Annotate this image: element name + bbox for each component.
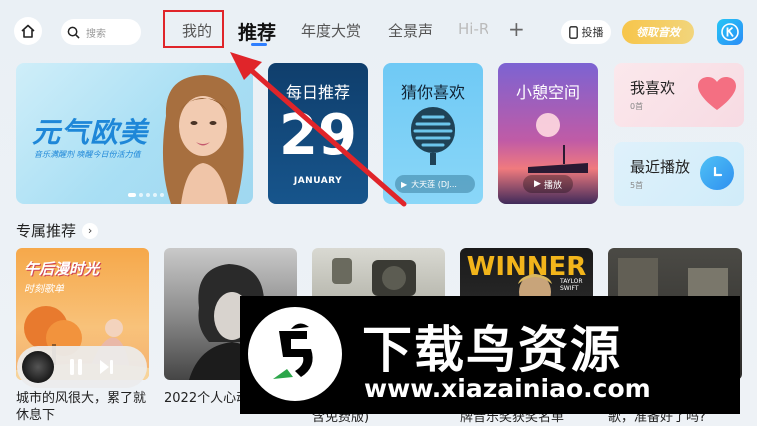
daily-date-month: JANUARY [293, 176, 343, 186]
add-tab-icon[interactable]: + [508, 17, 525, 41]
mini-player[interactable] [17, 346, 147, 388]
guess-play-chip[interactable]: ▶ 大天莲 (DJ... [395, 175, 475, 193]
highlight-box [163, 10, 224, 48]
section-title: 专属推荐 [16, 222, 77, 240]
cover-subtitle: 时刻歌单 [24, 284, 64, 295]
tab-recommend[interactable]: 推荐 [238, 18, 276, 45]
k-icon [721, 23, 739, 41]
rest-space-title: 小憩空间 [515, 83, 580, 102]
playlist-caption[interactable]: 城市的风很大，累了就休息下 [16, 390, 149, 426]
daily-date-number: 29 [279, 103, 357, 168]
guess-you-like-title: 猜你喜欢 [400, 83, 465, 102]
chevron-right-icon[interactable]: › [82, 222, 99, 239]
cast-label: 投播 [581, 26, 604, 39]
promo-banner[interactable]: 元气欧美 音乐满醒剂 唤醒今日份活力值 [16, 63, 253, 204]
daily-recommend-card[interactable]: 每日推荐 29 JANUARY [268, 63, 368, 204]
next-track-icon[interactable] [98, 359, 114, 375]
home-icon [21, 24, 35, 38]
watermark-title: 下载鸟资源 [362, 321, 622, 379]
cover-title: 午后漫时光 [24, 260, 100, 278]
heart-icon [698, 77, 736, 110]
play-icon: ▶ [534, 179, 541, 189]
phone-icon [568, 25, 578, 39]
pause-icon[interactable] [68, 358, 84, 376]
my-favorites-card[interactable]: 我喜欢 0首 [614, 63, 744, 127]
carousel-dots [128, 193, 164, 197]
my-favorites-count: 0首 [630, 102, 644, 111]
recently-played-card[interactable]: 最近播放 5首 [614, 142, 744, 206]
rest-chip-label: 播放 [543, 180, 562, 191]
bird-logo [248, 307, 342, 401]
rest-space-card[interactable]: 小憩空间 ▶ 播放 [498, 63, 598, 204]
recently-played-count: 5首 [630, 181, 644, 190]
recently-played-title: 最近播放 [630, 158, 691, 176]
exclusive-recommend-header[interactable]: 专属推荐 › [16, 220, 99, 241]
search-input[interactable]: 搜索 [61, 19, 141, 45]
sunset-image [536, 113, 560, 137]
search-icon [67, 26, 80, 39]
play-icon: ▶ [401, 179, 408, 189]
home-button[interactable] [14, 17, 42, 45]
tab-hi-res[interactable]: Hi-Res [458, 20, 488, 38]
guess-chip-label: 大天莲 (DJ... [411, 179, 457, 189]
my-favorites-title: 我喜欢 [630, 79, 676, 97]
banner-subtitle: 音乐满醒剂 唤醒今日份活力值 [34, 150, 141, 159]
watermark-url: www.xiazainiao.com [364, 374, 651, 403]
cover-tag: TAYLOR SWIFT [560, 278, 583, 292]
tab-panoramic-sound[interactable]: 全景声 [388, 20, 433, 41]
watermark-overlay: 下载鸟资源 www.xiazainiao.com [240, 296, 740, 414]
vip-label: 领取音效 [636, 26, 680, 39]
rest-play-chip[interactable]: ▶ 播放 [523, 175, 573, 193]
daily-recommend-title: 每日推荐 [285, 83, 350, 102]
kugou-logo[interactable] [717, 19, 743, 45]
tab-annual-awards[interactable]: 年度大赏 [301, 20, 361, 41]
guess-you-like-card[interactable]: 猜你喜欢 ▶ 大天莲 (DJ... [383, 63, 483, 204]
cast-button[interactable]: 投播 [561, 20, 611, 44]
vip-sound-effect-button[interactable]: 领取音效 [622, 20, 694, 44]
model-portrait-image [162, 75, 244, 204]
active-tab-indicator [251, 43, 267, 46]
top-bar: 搜索 我的 推荐 年度大赏 全景声 Hi-Res + 投播 领取音效 [0, 0, 757, 62]
album-disc-image [22, 351, 54, 383]
search-placeholder: 搜索 [86, 28, 106, 40]
clock-icon [700, 156, 734, 190]
microphone-icon [411, 107, 455, 165]
boat-silhouette-image [528, 145, 588, 173]
banner-title: 元气欧美 [32, 116, 149, 149]
